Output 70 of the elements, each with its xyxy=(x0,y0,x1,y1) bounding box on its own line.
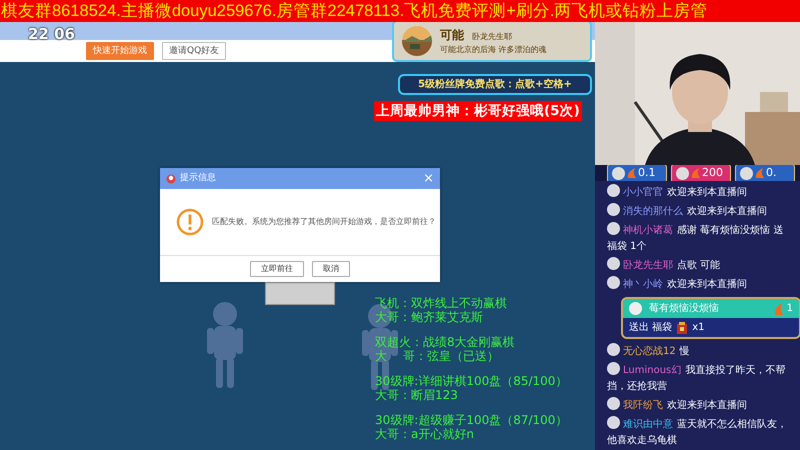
chat-username: 无心恋战12 xyxy=(623,346,676,357)
scrolling-banner: 棋友群8618524.主播微douyu259676.房管群22478113.飞机免费评测+刷分.两飞机或钻粉上房管 xyxy=(0,0,800,22)
avatar-icon xyxy=(607,276,620,289)
dialog-title: 提示信息 xyxy=(180,172,217,185)
gift-sender: 莓有烦恼没烦恼 xyxy=(649,302,720,316)
avatar-icon xyxy=(607,257,620,270)
chat-message: 欢迎来到本直播间 xyxy=(667,187,747,198)
board-text-line: 大哥：断眉123 xyxy=(375,388,459,402)
board-text-line: 大 哥：弦皇（已送） xyxy=(375,349,500,363)
song-title: 可能 xyxy=(440,27,464,44)
app-icon xyxy=(166,174,176,184)
gift-text: 送出 福袋 xyxy=(629,320,672,335)
chat-message: 欢迎来到本直播间 xyxy=(667,279,747,290)
requester-name: 卧龙先生耶 xyxy=(472,31,512,43)
chat-username: Luminous幻 xyxy=(623,365,682,376)
chat-username: 神丶小岭 xyxy=(623,279,663,290)
avatar-icon xyxy=(607,362,620,375)
chat-message: 蓝天就不怎么相信队友， xyxy=(677,419,787,430)
chat-message: 欢迎来到本直播间 xyxy=(687,206,767,217)
board-text-line: 大哥：鲍齐莱艾克斯 xyxy=(375,310,484,324)
chat-username: 卧龙先生耶 xyxy=(623,260,673,271)
chat-username: 我阡纷飞 xyxy=(623,400,663,411)
avatar-icon xyxy=(676,166,689,180)
fan-notice: 5级粉丝牌免费点歌：点歌+空格+ xyxy=(398,74,592,95)
ranking-banner: 上周最帅男神：彬哥好强哦(5次) xyxy=(374,101,582,121)
avatar-icon xyxy=(607,203,620,216)
dialog-message: 匹配失败。系统为您推荐了其他房间开始游戏，是否立即前往？ xyxy=(212,216,436,228)
chat-username: 难识由中意 xyxy=(623,419,673,430)
board-text-line: 30级牌:详细讲棋100盘（85/100） xyxy=(375,374,568,388)
lyric-text: 可能北京的后海 许多漂泊的魂 xyxy=(440,44,547,56)
rank-value: 0.1 xyxy=(638,165,656,181)
flame-icon xyxy=(691,168,700,178)
board-text-line: 双超火：战绩8大金刚赢棋 xyxy=(375,335,516,349)
dialog-button[interactable]: 取消 xyxy=(312,260,350,276)
board-text-line: 飞机：双炸线上不动赢棋 xyxy=(375,296,508,310)
dialog-button[interactable]: 立即前往 xyxy=(250,260,304,276)
avatar-icon xyxy=(607,397,620,410)
rank-value: 0. xyxy=(766,165,776,181)
board-text-line: 大哥：a开心就好n xyxy=(375,427,475,441)
chat-username: 小小官官 xyxy=(623,187,663,198)
chat-message: 感谢 莓有烦恼没烦恼 送 xyxy=(677,225,784,236)
avatar-icon xyxy=(607,184,620,197)
board-slot xyxy=(265,282,335,305)
avatar-icon xyxy=(612,166,625,180)
chat-username: 神机小诸葛 xyxy=(623,225,673,236)
avatar-icon xyxy=(629,302,642,315)
chat-message: 福袋 1个 xyxy=(607,241,647,252)
gift-count: 1 xyxy=(786,302,793,316)
avatar-icon xyxy=(607,416,620,429)
chat-message: 挡，还抢我营 xyxy=(607,381,667,392)
clock-text: 22 06 xyxy=(28,25,75,43)
gift-bag-icon xyxy=(676,322,688,334)
chat-message: 我直接投了昨天，不帮 xyxy=(685,365,786,376)
avatar-icon xyxy=(740,166,753,180)
gift-quantity: x1 xyxy=(692,321,704,335)
avatar-icon xyxy=(607,343,620,356)
warning-icon xyxy=(176,208,204,236)
chat-username: 消失的那什么 xyxy=(623,206,683,217)
avatar-icon xyxy=(607,222,620,235)
game-button[interactable]: 邀请QQ好友 xyxy=(162,42,226,60)
chat-message: 他喜欢走乌龟棋 xyxy=(607,435,677,446)
board-text-line: 30级牌:超级赚子100盘（87/100） xyxy=(375,413,568,427)
chat-message: 慢 xyxy=(680,346,690,357)
chat-message: 欢迎来到本直播间 xyxy=(667,400,747,411)
flame-icon xyxy=(774,302,783,314)
player-silhouette-icon xyxy=(205,300,245,390)
flame-icon xyxy=(755,168,764,178)
chat-message: 点歌 可能 xyxy=(677,260,720,271)
rank-value: 200 xyxy=(702,165,723,181)
flame-icon xyxy=(627,168,636,178)
